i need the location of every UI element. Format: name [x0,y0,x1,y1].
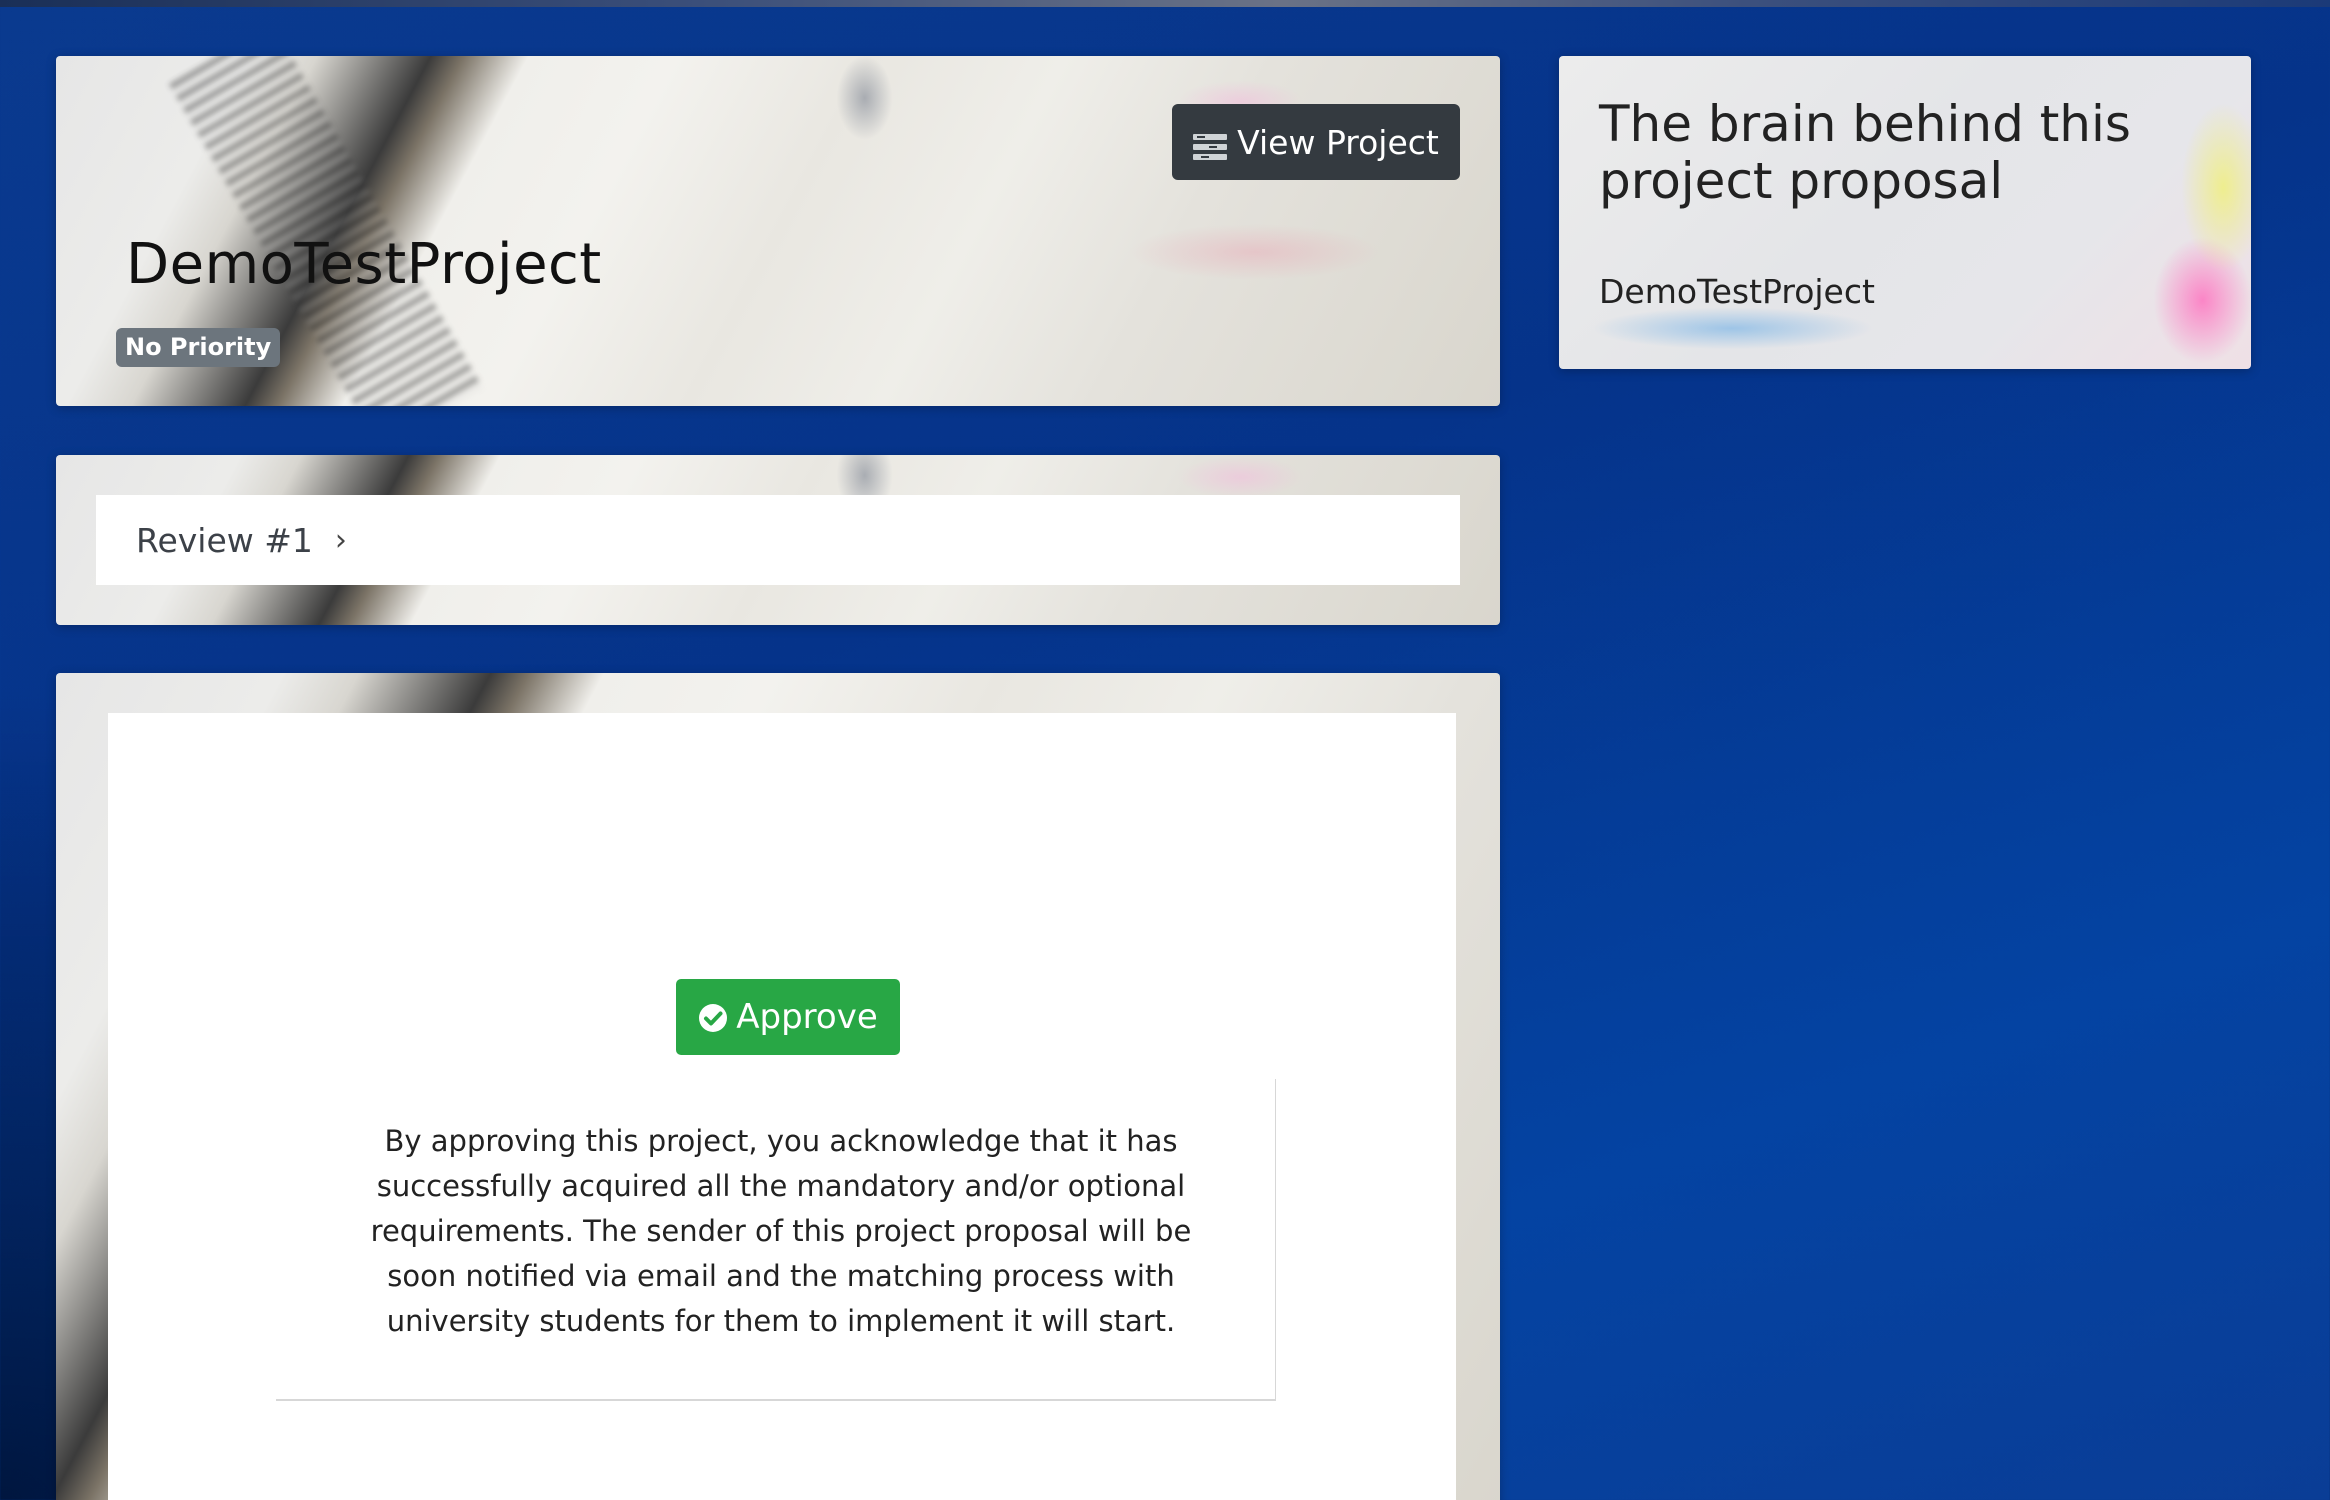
check-circle-icon [698,1002,728,1032]
chevron-right-icon: › [334,522,347,558]
project-header-card: DemoTestProject No Priority View Project [56,56,1500,406]
review-card: Review #1 › [56,455,1500,625]
top-strip [0,0,2330,7]
view-project-label: View Project [1237,122,1439,162]
approve-label: Approve [736,997,878,1037]
approve-button[interactable]: Approve [676,979,900,1055]
project-title: DemoTestProject [126,232,602,297]
approval-panel: Approve By approving this project, you a… [108,713,1456,1500]
priority-badge: No Priority [116,328,281,367]
acknowledgement-box: By approving this project, you acknowled… [276,1079,1276,1401]
review-link[interactable]: Review #1 › [96,495,1460,585]
approval-card: Approve By approving this project, you a… [56,673,1500,1500]
acknowledgement-text: By approving this project, you acknowled… [370,1124,1192,1338]
view-project-button[interactable]: View Project [1172,104,1460,180]
list-icon [1193,129,1228,160]
proposal-author-card: The brain behind this project proposal D… [1559,56,2251,369]
author-card-heading: The brain behind this project proposal [1599,95,2131,210]
review-label: Review #1 [136,520,313,560]
author-project-name: DemoTestProject [1599,272,1875,311]
